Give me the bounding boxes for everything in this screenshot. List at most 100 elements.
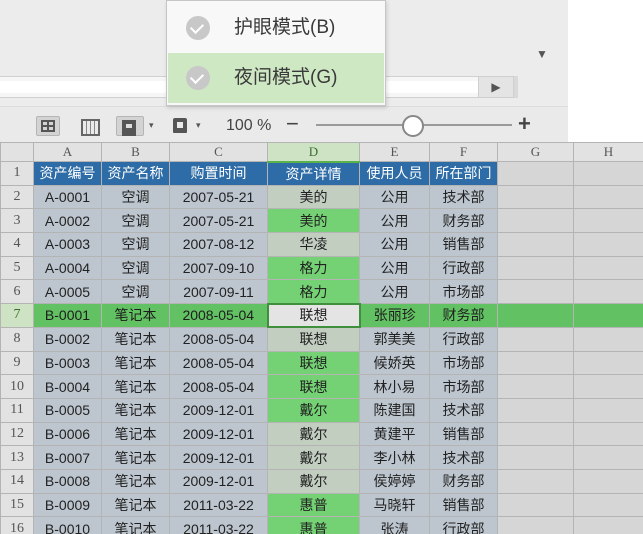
cell[interactable]: 2009-12-01 [169,468,268,494]
empty-cell[interactable] [573,492,643,518]
empty-cell[interactable] [497,184,574,210]
cell[interactable]: 行政部 [429,516,498,534]
cell[interactable]: A-0003 [33,232,102,257]
column-header-g[interactable]: G [497,142,574,162]
cell[interactable]: 林小易 [359,374,430,399]
menu-item-eye-protection[interactable]: 护眼模式(B) [168,3,384,53]
cell[interactable]: 空调 [101,255,170,281]
empty-cell[interactable] [497,445,574,470]
cell[interactable]: 技术部 [429,445,498,470]
cell[interactable]: 郭美美 [359,326,430,352]
zoom-in-button[interactable]: + [518,113,531,135]
row-header[interactable]: 3 [0,208,34,234]
cell[interactable]: 张丽珍 [359,303,430,328]
cell[interactable]: B-0005 [33,397,102,423]
empty-cell[interactable] [497,421,574,447]
empty-cell[interactable] [573,468,643,494]
menu-item-night-mode[interactable]: 夜间模式(G) [168,53,384,103]
cell[interactable]: 联想 [266,302,361,329]
scrollbar-splitter[interactable] [514,76,518,98]
cell[interactable]: 2008-05-04 [169,303,268,328]
cell[interactable]: 美的 [267,208,360,234]
empty-cell[interactable] [497,279,574,305]
cell[interactable]: 美的 [267,184,360,210]
empty-cell[interactable] [573,397,643,423]
row-header[interactable]: 10 [0,374,34,399]
empty-cell[interactable] [573,445,643,470]
cell[interactable]: 销售部 [429,232,498,257]
cell[interactable]: 华凌 [267,232,360,257]
empty-cell[interactable] [497,255,574,281]
empty-cell[interactable] [573,421,643,447]
column-header-e[interactable]: E [359,142,430,162]
cell[interactable]: 2007-08-12 [169,232,268,257]
page-break-view-icon[interactable] [78,116,100,136]
cell[interactable]: 联想 [267,326,360,352]
row-header[interactable]: 1 [0,161,34,186]
cell[interactable]: 惠普 [267,492,360,518]
cell[interactable]: 公用 [359,279,430,305]
row-header[interactable]: 4 [0,232,34,257]
cell[interactable]: 公用 [359,184,430,210]
cell[interactable]: 李小林 [359,445,430,470]
empty-cell[interactable] [497,350,574,376]
cell[interactable]: 笔记本 [101,492,170,518]
cell[interactable]: 公用 [359,208,430,234]
empty-cell[interactable] [497,232,574,257]
cell[interactable]: B-0002 [33,326,102,352]
cell[interactable]: B-0006 [33,421,102,447]
column-header-f[interactable]: F [429,142,498,162]
row-header[interactable]: 8 [0,326,34,352]
column-header-c[interactable]: C [169,142,268,162]
empty-cell[interactable] [573,374,643,399]
cell[interactable]: 空调 [101,184,170,210]
cell[interactable]: B-0004 [33,374,102,399]
cell[interactable]: 技术部 [429,397,498,423]
empty-cell[interactable] [497,397,574,423]
empty-cell[interactable] [497,303,574,328]
cell[interactable]: 戴尔 [267,445,360,470]
select-all-corner[interactable] [0,142,34,162]
cell[interactable]: 财务部 [429,208,498,234]
cell[interactable]: 空调 [101,279,170,305]
cell[interactable]: 戴尔 [267,397,360,423]
row-header[interactable]: 12 [0,421,34,447]
cell[interactable]: 戴尔 [267,421,360,447]
cell[interactable]: 联想 [267,350,360,376]
empty-cell[interactable] [573,516,643,534]
row-header[interactable]: 11 [0,397,34,423]
empty-cell[interactable] [573,255,643,281]
cell[interactable]: 笔记本 [101,397,170,423]
cell[interactable]: 行政部 [429,326,498,352]
column-header-b[interactable]: B [101,142,170,162]
cell[interactable]: 空调 [101,232,170,257]
empty-cell[interactable] [497,516,574,534]
reading-mode-dropdown-icon[interactable]: ▾ [149,120,154,131]
cell[interactable]: B-0008 [33,468,102,494]
empty-cell[interactable] [573,279,643,305]
cell[interactable]: 市场部 [429,374,498,399]
cell[interactable]: 空调 [101,208,170,234]
empty-cell[interactable] [497,326,574,352]
empty-cell[interactable] [573,326,643,352]
cell[interactable]: 公用 [359,232,430,257]
empty-cell[interactable] [497,374,574,399]
empty-cell[interactable] [573,161,643,186]
cell[interactable]: 2008-05-04 [169,326,268,352]
column-header-d[interactable]: D [267,142,360,163]
row-header[interactable]: 2 [0,184,34,210]
empty-cell[interactable] [497,492,574,518]
cell[interactable]: B-0009 [33,492,102,518]
column-header-h[interactable]: H [573,142,643,162]
empty-cell[interactable] [573,303,643,328]
menu-dropdown-arrow-icon[interactable]: ▼ [534,46,550,62]
cell[interactable]: B-0001 [33,303,102,328]
header-cell[interactable]: 资产详情 [267,161,360,186]
cell[interactable]: 2008-05-04 [169,374,268,399]
cell[interactable]: 2007-09-10 [169,255,268,281]
cell[interactable]: 格力 [267,255,360,281]
cell[interactable]: 联想 [267,374,360,399]
normal-view-icon[interactable] [36,116,60,136]
cell[interactable]: 黄建平 [359,421,430,447]
cell[interactable]: 2008-05-04 [169,350,268,376]
